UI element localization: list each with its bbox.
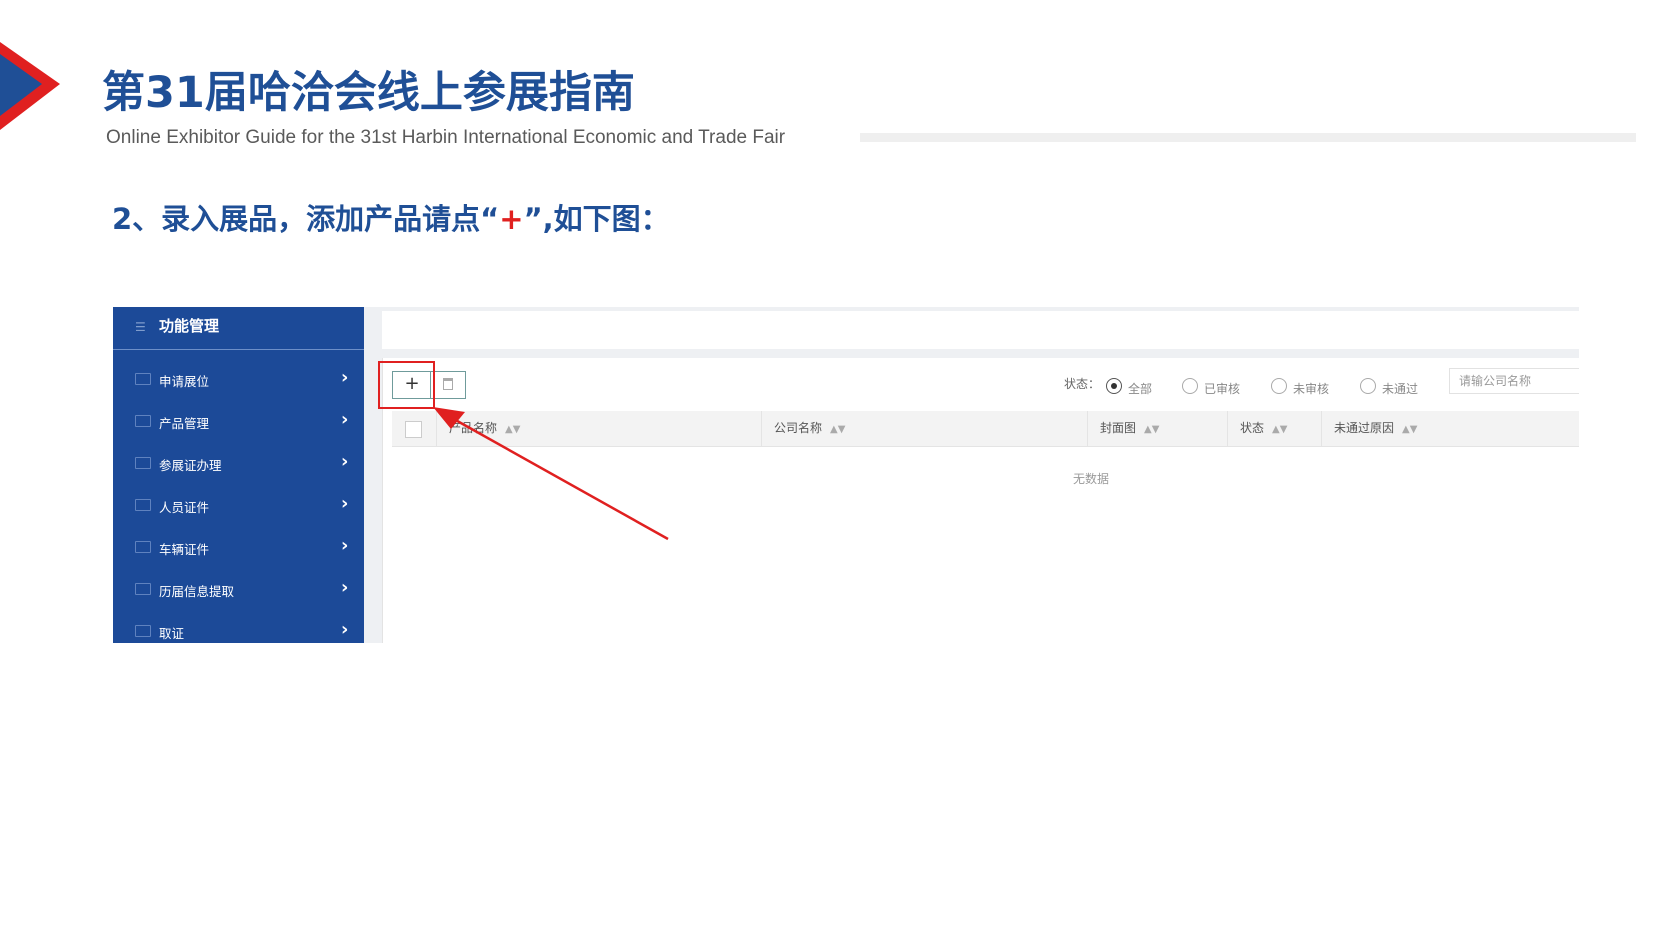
subtitle-divider — [860, 133, 1636, 142]
exhibitor-portal-screenshot: ☰ 功能管理 申请展位 › 产品管理 › 参展证办理 › 人员证件 › 车辆证件… — [113, 307, 1579, 643]
pointer-arrow — [433, 407, 669, 541]
page-title: 第31届哈洽会线上参展指南 — [102, 68, 635, 118]
step-instruction: 2、录入展品，添加产品请点“+”,如下图： — [112, 196, 670, 238]
step-text-suffix: ”,如下图： — [523, 202, 670, 236]
step-plus-sign: + — [499, 202, 524, 236]
brand-chevron-logo — [0, 42, 60, 130]
page-subtitle: Online Exhibitor Guide for the 31st Harb… — [106, 127, 786, 148]
step-text-prefix: 2、录入展品，添加产品请点“ — [112, 202, 500, 236]
